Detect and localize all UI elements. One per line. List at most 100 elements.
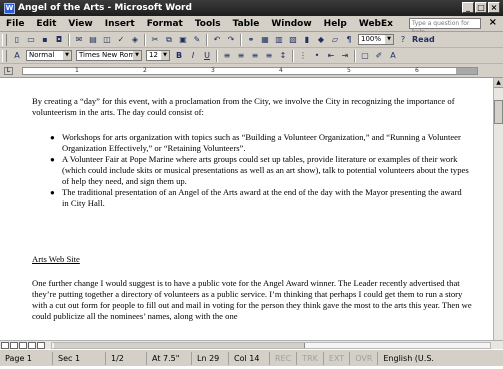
status-ovr[interactable]: OVR bbox=[350, 351, 379, 365]
numbering-icon[interactable]: ⋮ bbox=[297, 50, 309, 62]
scroll-up-icon[interactable]: ▲ bbox=[494, 78, 503, 88]
normal-view-icon[interactable] bbox=[1, 341, 9, 349]
styles-formatting-icon[interactable]: A bbox=[11, 50, 23, 62]
minimize-button[interactable]: _ bbox=[462, 2, 474, 13]
status-section: Sec 1 bbox=[53, 351, 106, 365]
highlight-icon[interactable]: ✐ bbox=[373, 50, 385, 62]
show-hide-icon[interactable]: ¶ bbox=[343, 34, 355, 46]
menu-help[interactable]: Help bbox=[318, 19, 353, 29]
menu-edit[interactable]: Edit bbox=[30, 19, 62, 29]
list-item[interactable]: ● Workshops for arts organization with to… bbox=[50, 132, 470, 154]
copy-icon[interactable]: ⧉ bbox=[163, 34, 175, 46]
undo-icon[interactable]: ↶ bbox=[211, 34, 223, 46]
outline-view-icon[interactable] bbox=[28, 341, 36, 349]
line-spacing-icon[interactable]: ↕ bbox=[277, 50, 289, 62]
horizontal-scrollbar[interactable] bbox=[51, 341, 491, 349]
scroll-thumb[interactable] bbox=[494, 100, 503, 124]
redo-icon[interactable]: ↷ bbox=[225, 34, 237, 46]
permission-icon[interactable]: ◘ bbox=[53, 34, 65, 46]
email-icon[interactable]: ✉ bbox=[73, 34, 85, 46]
status-rec[interactable]: REC bbox=[270, 351, 298, 365]
document-map-icon[interactable]: ▱ bbox=[329, 34, 341, 46]
research-icon[interactable]: ◈ bbox=[129, 34, 141, 46]
decrease-indent-icon[interactable]: ⇤ bbox=[325, 50, 337, 62]
tab-selector[interactable]: L bbox=[4, 67, 13, 75]
bullet-icon: ● bbox=[50, 188, 55, 197]
bullets-icon[interactable]: • bbox=[311, 50, 323, 62]
status-column: Col 14 bbox=[229, 351, 270, 365]
word-app-icon[interactable]: W bbox=[4, 2, 15, 14]
window-controls: _ □ × bbox=[461, 2, 500, 13]
menu-view[interactable]: View bbox=[62, 19, 98, 29]
horizontal-ruler[interactable]: L 1 2 3 4 5 6 bbox=[0, 64, 503, 78]
increase-indent-icon[interactable]: ⇥ bbox=[339, 50, 351, 62]
insert-excel-icon[interactable]: ▧ bbox=[287, 34, 299, 46]
menu-tools[interactable]: Tools bbox=[189, 19, 227, 29]
zoom-select[interactable]: 100% ▼ bbox=[358, 34, 394, 45]
italic-button[interactable]: I bbox=[187, 50, 199, 62]
list-item-text: Workshops for arts organization with top… bbox=[62, 132, 461, 153]
chevron-down-icon[interactable]: ▼ bbox=[385, 35, 393, 44]
ruler-number: 2 bbox=[143, 67, 147, 74]
align-center-icon[interactable]: ≡ bbox=[235, 50, 247, 62]
reading-layout-view-icon[interactable] bbox=[37, 341, 45, 349]
toolbar-grip[interactable] bbox=[2, 33, 7, 46]
list-item[interactable]: ● A Volunteer Fair at Pope Marine where a… bbox=[50, 154, 470, 187]
font-select[interactable]: Times New Roman ▼ bbox=[76, 50, 142, 61]
cut-icon[interactable]: ✂ bbox=[149, 34, 161, 46]
borders-icon[interactable]: ▢ bbox=[359, 50, 371, 62]
intro-paragraph[interactable]: By creating a “day” for this event, with… bbox=[32, 96, 472, 118]
format-painter-icon[interactable]: ✎ bbox=[191, 34, 203, 46]
toolbar-grip[interactable] bbox=[2, 49, 7, 62]
bold-button[interactable]: B bbox=[173, 50, 185, 62]
print-preview-icon[interactable]: ◫ bbox=[101, 34, 113, 46]
horizontal-scroll-thumb[interactable] bbox=[54, 342, 305, 348]
open-icon[interactable]: ▭ bbox=[25, 34, 37, 46]
chevron-down-icon[interactable]: ▼ bbox=[161, 51, 169, 60]
document-page[interactable]: By creating a “day” for this event, with… bbox=[0, 78, 493, 369]
align-right-icon[interactable]: ≡ bbox=[249, 50, 261, 62]
help-icon[interactable]: ? bbox=[397, 34, 409, 46]
menu-file[interactable]: File bbox=[0, 19, 30, 29]
bullet-icon: ● bbox=[50, 133, 55, 142]
columns-icon[interactable]: ▮ bbox=[301, 34, 313, 46]
section-heading[interactable]: Arts Web Site bbox=[32, 254, 472, 265]
status-page: Page 1 bbox=[0, 351, 53, 365]
print-icon[interactable]: ▤ bbox=[87, 34, 99, 46]
drawing-icon[interactable]: ◆ bbox=[315, 34, 327, 46]
menu-webex[interactable]: WebEx bbox=[353, 19, 399, 29]
insert-table-icon[interactable]: ▥ bbox=[273, 34, 285, 46]
font-color-icon[interactable]: A bbox=[387, 50, 399, 62]
close-document-button[interactable]: × bbox=[489, 17, 497, 28]
status-trk[interactable]: TRK bbox=[297, 351, 324, 365]
menu-format[interactable]: Format bbox=[141, 19, 189, 29]
vertical-scrollbar[interactable]: ▲ bbox=[493, 78, 503, 348]
ruler-strip[interactable]: 1 2 3 4 5 6 bbox=[22, 67, 478, 75]
hyperlink-icon[interactable]: ⚭ bbox=[245, 34, 257, 46]
web-layout-view-icon[interactable] bbox=[10, 341, 18, 349]
list-item[interactable]: ● The traditional presentation of an Ange… bbox=[50, 187, 470, 209]
read-button[interactable]: Read bbox=[412, 35, 435, 44]
spelling-icon[interactable]: ✓ bbox=[115, 34, 127, 46]
closing-paragraph[interactable]: One further change I would suggest is to… bbox=[32, 278, 472, 322]
menu-insert[interactable]: Insert bbox=[99, 19, 141, 29]
print-layout-view-icon[interactable] bbox=[19, 341, 27, 349]
chevron-down-icon[interactable]: ▼ bbox=[63, 51, 71, 60]
status-ext[interactable]: EXT bbox=[324, 351, 351, 365]
maximize-button[interactable]: □ bbox=[475, 2, 487, 13]
ask-question-input[interactable]: Type a question for help bbox=[409, 18, 481, 36]
status-language[interactable]: English (U.S. bbox=[378, 352, 439, 365]
new-icon[interactable]: ▯ bbox=[11, 34, 23, 46]
font-size-select[interactable]: 12 ▼ bbox=[146, 50, 170, 61]
style-select[interactable]: Normal ▼ bbox=[26, 50, 72, 61]
menu-window[interactable]: Window bbox=[265, 19, 317, 29]
justify-icon[interactable]: ≡ bbox=[263, 50, 275, 62]
save-icon[interactable]: ▪ bbox=[39, 34, 51, 46]
chevron-down-icon[interactable]: ▼ bbox=[133, 51, 141, 60]
close-button[interactable]: × bbox=[488, 2, 500, 13]
menu-table[interactable]: Table bbox=[227, 19, 266, 29]
paste-icon[interactable]: ▣ bbox=[177, 34, 189, 46]
tables-borders-icon[interactable]: ▦ bbox=[259, 34, 271, 46]
align-left-icon[interactable]: ≡ bbox=[221, 50, 233, 62]
underline-button[interactable]: U bbox=[201, 50, 213, 62]
